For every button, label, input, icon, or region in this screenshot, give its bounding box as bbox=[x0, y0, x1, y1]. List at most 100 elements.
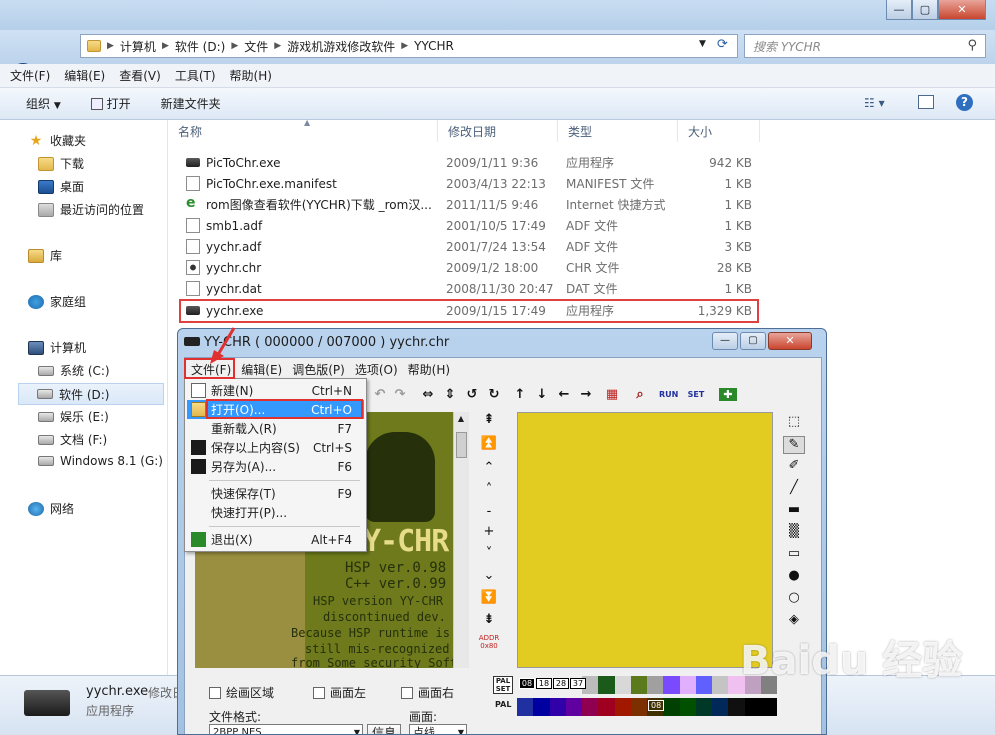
palette-swatch[interactable] bbox=[614, 698, 631, 716]
palette-swatch[interactable] bbox=[582, 698, 599, 716]
nav-computer[interactable]: 计算机 bbox=[28, 339, 86, 356]
select-tool-icon[interactable]: ⬚ bbox=[783, 414, 805, 432]
breadcrumb-files[interactable]: 文件 bbox=[244, 38, 268, 55]
nav-libraries[interactable]: 库 bbox=[28, 247, 62, 264]
filled-rect-tool-icon[interactable]: ▬ bbox=[783, 502, 805, 520]
palette-swatch[interactable] bbox=[598, 676, 615, 694]
palette-swatch[interactable] bbox=[630, 676, 647, 694]
column-name[interactable]: 名称 ▲ bbox=[168, 118, 438, 142]
exit-tool-icon[interactable]: ✚ bbox=[719, 387, 737, 401]
palette-swatch[interactable] bbox=[679, 676, 696, 694]
palette-swatch[interactable] bbox=[549, 698, 566, 716]
palette-swatch[interactable] bbox=[647, 676, 664, 694]
double-up-icon[interactable]: ⌃ bbox=[477, 460, 501, 475]
menu-item-quick-save[interactable]: 快速保存(T) F9 bbox=[187, 484, 364, 503]
screen-left-checkbox[interactable]: 画面左 bbox=[313, 684, 366, 701]
address-bar[interactable]: ▶ 计算机 ▶ 软件 (D:) ▶ 文件 ▶ 游戏机游戏修改软件 ▶ YYCHR… bbox=[80, 34, 738, 58]
menu-item-reload[interactable]: 重新载入(R) F7 bbox=[187, 419, 364, 438]
palette-swatch[interactable] bbox=[695, 698, 712, 716]
shift-right-icon[interactable]: → bbox=[577, 387, 595, 402]
nav-downloads[interactable]: 下载 bbox=[38, 155, 84, 172]
rotate-left-icon[interactable]: ↺ bbox=[463, 387, 481, 402]
palette-swatch[interactable] bbox=[517, 698, 534, 716]
file-row[interactable]: yychr.chr 2009/1/2 18:00 CHR 文件 28 KB bbox=[178, 257, 756, 278]
help-icon[interactable]: ? bbox=[956, 94, 973, 111]
yy-menu-options[interactable]: 选项(O) bbox=[355, 361, 398, 378]
pal-index[interactable]: 08 bbox=[519, 678, 535, 689]
palette-swatch[interactable] bbox=[630, 698, 647, 716]
close-button[interactable]: ✕ bbox=[938, 0, 986, 20]
pen-tool-icon[interactable]: ✎ bbox=[783, 436, 805, 454]
file-row[interactable]: yychr.adf 2001/7/24 13:54 ADF 文件 3 KB bbox=[178, 236, 756, 257]
file-row[interactable]: smb1.adf 2001/10/5 17:49 ADF 文件 1 KB bbox=[178, 215, 756, 236]
nav-drive-d[interactable]: 软件 (D:) bbox=[18, 383, 164, 405]
scroll-up-icon[interactable]: ▲ bbox=[455, 414, 467, 426]
palette-swatch[interactable] bbox=[695, 676, 712, 694]
file-row[interactable]: yychr.dat 2008/11/30 20:47 DAT 文件 1 KB bbox=[178, 278, 756, 299]
redo-icon[interactable]: ↷ bbox=[391, 387, 409, 402]
nav-favorites[interactable]: ★ 收藏夹 bbox=[28, 132, 86, 149]
menu-edit[interactable]: 编辑(E) bbox=[64, 67, 105, 84]
brush-tool-icon[interactable]: ✐ bbox=[783, 458, 805, 476]
file-row[interactable]: PicToChr.exe 2009/1/11 9:36 应用程序 942 KB bbox=[178, 152, 756, 173]
shift-left-icon[interactable]: ← bbox=[555, 387, 573, 402]
breadcrumb-computer[interactable]: 计算机 bbox=[120, 38, 156, 55]
up-icon[interactable]: ˄ bbox=[477, 482, 501, 497]
pal-index[interactable]: 28 bbox=[553, 678, 569, 689]
pal-index[interactable]: 37 bbox=[570, 678, 586, 689]
column-type[interactable]: 类型 bbox=[558, 120, 678, 142]
yy-menu-palette[interactable]: 调色版(P) bbox=[292, 361, 345, 378]
nav-homegroup[interactable]: 家庭组 bbox=[28, 293, 86, 310]
step-up-icon[interactable]: - bbox=[477, 504, 501, 519]
file-row[interactable]: e rom图像查看软件(YYCHR)下载 _rom汉... 2011/11/5 9:… bbox=[178, 194, 756, 215]
rotate-right-icon[interactable]: ↻ bbox=[485, 387, 503, 402]
organize-button[interactable]: 组织 ▼ bbox=[26, 95, 61, 112]
menu-item-quick-open[interactable]: 快速打开(P)... bbox=[187, 503, 364, 522]
fast-down-icon[interactable]: ⏬ bbox=[477, 590, 501, 605]
nav-drive-c[interactable]: 系统 (C:) bbox=[38, 362, 110, 379]
view-options-icon[interactable]: ☷ ▾ bbox=[864, 96, 885, 110]
run-icon[interactable]: RUN bbox=[659, 390, 678, 399]
yy-menu-help[interactable]: 帮助(H) bbox=[408, 361, 450, 378]
page-top-icon[interactable]: ⇞ bbox=[477, 412, 501, 427]
nav-drive-f[interactable]: 文档 (F:) bbox=[38, 431, 107, 448]
line-tool-icon[interactable]: ╱ bbox=[783, 480, 805, 498]
nav-drive-e[interactable]: 娱乐 (E:) bbox=[38, 408, 109, 425]
shift-down-icon[interactable]: ↓ bbox=[533, 387, 551, 402]
menu-item-save-as[interactable]: 另存为(A)... F6 bbox=[187, 457, 364, 476]
palette-swatch[interactable] bbox=[663, 698, 680, 716]
new-folder-button[interactable]: 新建文件夹 bbox=[161, 95, 221, 112]
palette-swatch[interactable] bbox=[565, 698, 582, 716]
shift-up-icon[interactable]: ↑ bbox=[511, 387, 529, 402]
search-icon[interactable]: ⚲ bbox=[967, 38, 977, 53]
filled-ellipse-tool-icon[interactable]: ● bbox=[783, 568, 805, 586]
address-dropdown-icon[interactable]: ▼ bbox=[699, 39, 706, 49]
palette-swatch[interactable] bbox=[663, 676, 680, 694]
bg-set-icon[interactable]: SET bbox=[687, 390, 705, 399]
minimize-button[interactable]: — bbox=[886, 0, 912, 20]
pixel-editor-canvas[interactable] bbox=[517, 412, 773, 668]
palette-swatch[interactable] bbox=[679, 698, 696, 716]
palette-swatch[interactable] bbox=[614, 676, 631, 694]
menu-item-exit[interactable]: 退出(X) Alt+F4 bbox=[187, 530, 364, 549]
canvas-scrollbar[interactable]: ▲ bbox=[453, 412, 469, 668]
scroll-thumb[interactable] bbox=[456, 432, 467, 458]
breadcrumb-drive-d[interactable]: 软件 (D:) bbox=[175, 38, 225, 55]
palette-swatch[interactable] bbox=[533, 698, 550, 716]
double-down-icon[interactable]: ⌄ bbox=[477, 568, 501, 583]
menu-file[interactable]: 文件(F) bbox=[10, 67, 50, 84]
fast-up-icon[interactable]: ⏫ bbox=[477, 436, 501, 451]
dither-tool-icon[interactable]: ▒ bbox=[783, 524, 805, 542]
breadcrumb-yychr[interactable]: YYCHR bbox=[414, 39, 454, 53]
open-button[interactable]: 打开 bbox=[90, 95, 131, 112]
menu-item-save[interactable]: 保存以上内容(S) Ctrl+S bbox=[187, 438, 364, 457]
ellipse-tool-icon[interactable]: ○ bbox=[783, 590, 805, 608]
nav-desktop[interactable]: 桌面 bbox=[38, 178, 84, 195]
menu-item-new[interactable]: 新建(N) Ctrl+N bbox=[187, 381, 364, 400]
rect-tool-icon[interactable]: ▭ bbox=[783, 546, 805, 564]
menu-help[interactable]: 帮助(H) bbox=[230, 67, 272, 84]
yy-close-button[interactable]: ✕ bbox=[768, 332, 812, 350]
preview-pane-icon[interactable] bbox=[918, 95, 934, 109]
info-button[interactable]: 信息 bbox=[367, 724, 401, 734]
breadcrumb-game-tools[interactable]: 游戏机游戏修改软件 bbox=[287, 38, 395, 55]
